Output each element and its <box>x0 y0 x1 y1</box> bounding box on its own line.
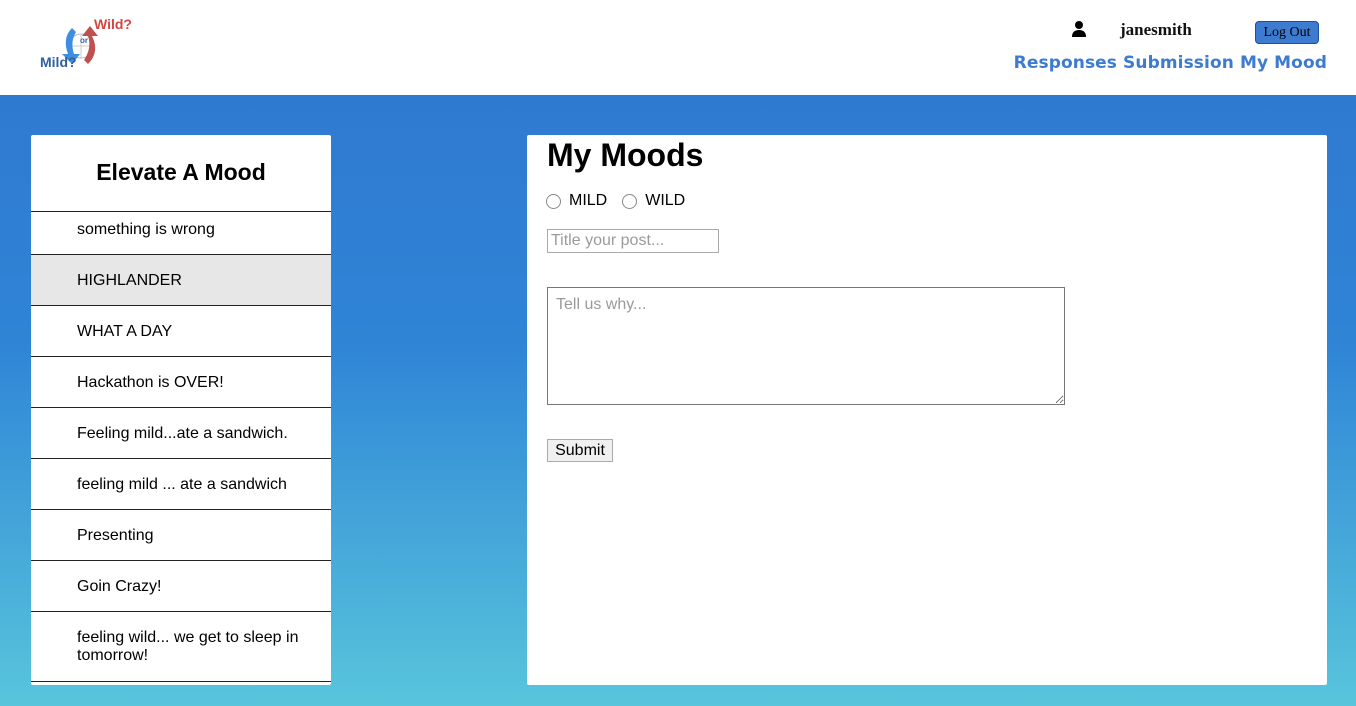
radio-wild-label: WILD <box>645 192 686 209</box>
sidebar-title: Elevate A Mood <box>31 135 331 212</box>
username: janesmith <box>1120 20 1192 39</box>
mood-list-item[interactable]: Presenting <box>31 510 331 561</box>
post-title-input[interactable] <box>547 229 719 253</box>
mood-list-item[interactable]: WHAT A DAY <box>31 306 331 357</box>
main-area: Elevate A Mood something is wrong HIGHLA… <box>0 95 1356 706</box>
nav-link-submission[interactable]: Submission <box>1123 53 1234 73</box>
submit-button[interactable]: Submit <box>547 439 613 462</box>
mood-list-item[interactable]: feeling wild... we get to sleep in tomor… <box>31 612 331 682</box>
post-body-textarea[interactable] <box>547 287 1065 405</box>
mood-list-item[interactable]: something is wrong <box>31 212 331 255</box>
mood-form-card: My Moods MILD WILD Submit <box>527 135 1327 685</box>
logo[interactable]: Wild? or Mild? <box>36 14 140 74</box>
mood-list-item[interactable]: feeling mild ... ate a sandwich <box>31 459 331 510</box>
sidebar: Elevate A Mood something is wrong HIGHLA… <box>31 135 331 685</box>
header: Wild? or Mild? janesmith Log Out Respons… <box>0 0 1356 95</box>
form-title: My Moods <box>547 137 704 173</box>
nav-link-responses[interactable]: Responses <box>1014 53 1117 73</box>
logo-mild-text: Mild? <box>40 54 77 70</box>
main-nav: Responses Submission My Mood <box>1014 53 1327 73</box>
mood-radio-group: MILD WILD <box>546 192 700 210</box>
logo-or-text: or <box>80 36 88 45</box>
radio-mild-label: MILD <box>569 192 608 209</box>
mood-list-item[interactable]: Hackathon is OVER! <box>31 357 331 408</box>
user-icon <box>1072 21 1086 37</box>
logout-button[interactable]: Log Out <box>1255 21 1319 44</box>
radio-wild[interactable] <box>622 193 638 209</box>
mood-list-item[interactable]: HIGHLANDER <box>31 255 331 306</box>
nav-link-my-mood[interactable]: My Mood <box>1240 53 1327 73</box>
mood-list-item[interactable]: Goin Crazy! <box>31 561 331 612</box>
mood-list-item[interactable]: Feeling mild...ate a sandwich. <box>31 408 331 459</box>
logo-wild-text: Wild? <box>94 16 132 32</box>
radio-mild[interactable] <box>546 193 561 209</box>
